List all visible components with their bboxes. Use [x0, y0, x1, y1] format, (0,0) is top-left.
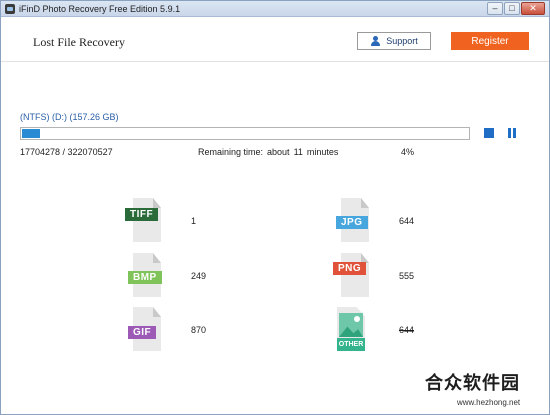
minimize-button[interactable]: – — [487, 2, 503, 15]
file-count: 870 — [191, 325, 207, 335]
scan-progress-bar — [20, 127, 470, 140]
remaining-time-about: about — [267, 147, 290, 157]
gif-file-icon: GIF — [125, 307, 161, 351]
user-icon — [370, 36, 381, 46]
file-count: 249 — [191, 271, 207, 281]
file-count: 1 — [191, 216, 197, 226]
bmp-file-icon: BMP — [125, 253, 162, 297]
file-type-label: JPG — [336, 216, 368, 229]
png-file-icon: PNG — [333, 253, 369, 297]
watermark-main: 合众软件园 — [425, 373, 520, 393]
file-type-gif[interactable]: GIF 870 — [125, 307, 255, 351]
file-count: 555 — [399, 271, 415, 281]
file-type-tiff[interactable]: TIFF 1 — [125, 198, 255, 242]
close-button[interactable]: ✕ — [521, 2, 545, 15]
file-count: 644 — [399, 325, 415, 335]
header-bar: Lost File Recovery Support Register — [1, 18, 549, 62]
scan-progress-fill — [22, 129, 40, 138]
window-controls: – □ ✕ — [486, 2, 545, 15]
file-type-other[interactable]: OTHER 644 — [329, 307, 459, 351]
watermark: 合众软件园 www.hezhong.net — [419, 369, 549, 413]
drive-label: (NTFS) (D:) (157.26 GB) — [20, 112, 119, 122]
image-icon — [339, 313, 363, 337]
file-type-label: TIFF — [125, 208, 159, 221]
sector-count: 17704278 / 322070527 — [20, 147, 113, 157]
file-type-label: OTHER — [337, 338, 365, 351]
remaining-time: Remaining time: about 11 minutes — [198, 147, 342, 157]
file-type-png[interactable]: PNG 555 — [333, 253, 463, 297]
maximize-button[interactable]: □ — [504, 2, 520, 15]
file-type-label: PNG — [333, 262, 367, 275]
page-title: Lost File Recovery — [33, 35, 125, 49]
progress-percent: 4% — [401, 147, 415, 157]
file-type-jpg[interactable]: JPG 644 — [333, 198, 463, 242]
jpg-file-icon: JPG — [333, 198, 369, 242]
register-button[interactable]: Register — [451, 32, 529, 50]
remaining-time-unit: minutes — [306, 147, 339, 157]
file-type-bmp[interactable]: BMP 249 — [125, 253, 255, 297]
support-button[interactable]: Support — [357, 32, 431, 50]
file-type-label: GIF — [128, 326, 157, 339]
title-bar[interactable]: iFinD Photo Recovery Free Edition 5.9.1 … — [1, 1, 549, 17]
remaining-time-value: 11 — [293, 147, 303, 157]
remaining-time-label: Remaining time: — [198, 147, 264, 157]
other-file-icon: OTHER — [329, 307, 365, 351]
stop-button[interactable] — [484, 128, 494, 138]
file-count: 644 — [399, 216, 415, 226]
watermark-url: www.hezhong.net — [457, 398, 521, 407]
file-type-label: BMP — [128, 271, 162, 284]
tiff-file-icon: TIFF — [125, 198, 161, 242]
app-icon — [5, 4, 15, 14]
window-title: iFinD Photo Recovery Free Edition 5.9.1 — [19, 4, 181, 14]
pause-button[interactable] — [507, 128, 517, 138]
app-window: iFinD Photo Recovery Free Edition 5.9.1 … — [0, 0, 550, 415]
support-label: Support — [386, 36, 418, 46]
